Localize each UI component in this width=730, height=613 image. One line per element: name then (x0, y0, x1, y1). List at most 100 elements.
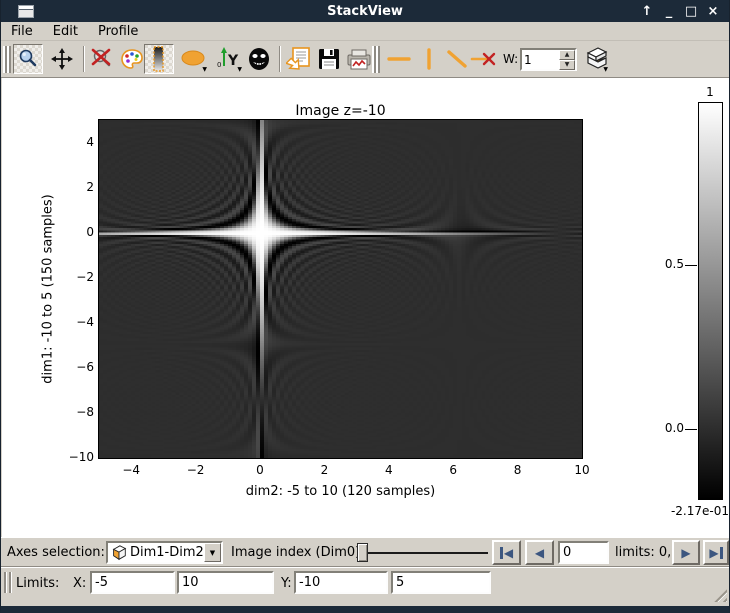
figure-canvas: Image z=-10 −4−20246810 420−2−4−6−8−10 d… (2, 78, 729, 537)
previous-frame-button[interactable]: ◀ (525, 540, 554, 565)
shade-window-icon[interactable]: ↑ (639, 4, 655, 19)
toolbar-separator (83, 46, 85, 72)
menu-profile[interactable]: Profile (88, 23, 148, 40)
axes-selection-label: Axes selection: (7, 545, 105, 560)
x-max-field[interactable] (177, 571, 274, 594)
frame-index-field[interactable] (558, 541, 609, 564)
clear-zoom-button[interactable] (87, 44, 117, 74)
floppy-save-icon (317, 47, 341, 71)
pan-button[interactable] (47, 44, 77, 74)
first-bar-icon (500, 547, 503, 559)
y-scale-button[interactable]: 0 Y ▼ (214, 44, 244, 74)
y-min-field[interactable] (294, 571, 388, 594)
profile-width-spinbox[interactable]: ▲ ▼ (520, 48, 577, 71)
dropdown-arrow-icon: ▼ (237, 66, 242, 73)
minimize-icon[interactable]: _ (661, 4, 677, 19)
y-tick-label: 4 (52, 135, 94, 149)
frame-index-input[interactable] (560, 543, 607, 562)
colormap-button[interactable] (117, 44, 147, 74)
close-icon[interactable]: × (705, 4, 721, 19)
copy-button[interactable] (284, 44, 314, 74)
print-button[interactable] (344, 44, 374, 74)
clear-profile-button[interactable] (469, 44, 499, 74)
save-button[interactable] (314, 44, 344, 74)
cube-icon (110, 544, 128, 562)
colorbar-tick-mark (685, 265, 697, 266)
axes-selection-combobox[interactable]: Dim1-Dim2 ▼ (106, 541, 223, 564)
y-axis-label: dim1: -10 to 5 (150 samples) (41, 194, 56, 383)
colorbar-max-label: 1 (692, 85, 728, 99)
x-tick-label: 4 (369, 463, 409, 477)
axes-selection-value: Dim1-Dim2 (128, 545, 204, 560)
profile-hline-button[interactable] (384, 44, 414, 74)
copy-icon (286, 46, 312, 72)
dropdown-arrow-icon: ▼ (603, 66, 608, 73)
x-min-input[interactable] (92, 573, 173, 592)
next-arrow-icon: ▶ (681, 546, 690, 560)
magnifier-icon (17, 48, 39, 70)
vertical-line-icon (416, 47, 442, 71)
first-frame-button[interactable]: ◀ (492, 540, 521, 565)
menu-bar: File Edit Profile (1, 22, 729, 41)
zoom-button[interactable] (13, 44, 43, 74)
spin-down-icon[interactable]: ▼ (559, 60, 575, 70)
mask-button[interactable] (244, 44, 274, 74)
y-max-input[interactable] (393, 573, 489, 592)
x-tick-label: −4 (111, 463, 151, 477)
y-limits-label: Y: (281, 576, 292, 591)
y-tick-label: 0 (52, 225, 94, 239)
last-bar-icon (720, 547, 723, 559)
colorbar-toggle-button[interactable] (144, 44, 174, 74)
image-index-slider[interactable] (357, 542, 488, 563)
menu-edit[interactable]: Edit (43, 23, 88, 40)
limits-bar-handle[interactable] (4, 572, 11, 593)
x-max-input[interactable] (179, 573, 272, 592)
profile-dline-button[interactable] (442, 44, 472, 74)
mask-icon (246, 46, 272, 72)
printer-icon (346, 47, 372, 71)
colorbar-icon (150, 46, 168, 72)
prev-arrow-icon: ◀ (535, 546, 544, 560)
y-max-field[interactable] (391, 571, 491, 594)
next-frame-button[interactable]: ▶ (672, 540, 700, 565)
slider-handle[interactable] (357, 543, 368, 562)
plot-title: Image z=-10 (99, 103, 582, 119)
colorbar (698, 102, 723, 500)
image-plot[interactable] (98, 119, 583, 459)
colorbar-tick-mark (685, 429, 697, 430)
x-min-field[interactable] (90, 571, 175, 594)
volume-view-button[interactable]: ▼ (580, 44, 610, 74)
magnifier-cross-icon (90, 47, 114, 71)
menu-file[interactable]: File (1, 23, 43, 40)
resize-grip[interactable] (710, 585, 727, 602)
profile-vline-button[interactable] (414, 44, 444, 74)
profile-width-input[interactable] (522, 50, 559, 69)
diagonal-line-icon (444, 47, 470, 71)
maximize-icon[interactable]: □ (683, 4, 699, 19)
x-tick-label: 0 (240, 463, 280, 477)
y-tick-label: −8 (52, 405, 94, 419)
combo-dropdown-icon[interactable]: ▼ (204, 543, 221, 562)
colorbar-tick-label: 0.0 (650, 421, 684, 435)
x-tick-label: 8 (498, 463, 538, 477)
x-axis-label: dim2: -5 to 10 (120 samples) (99, 484, 582, 499)
navigation-bar: Axes selection: Dim1-Dim2 ▼ Image index … (1, 537, 729, 566)
toolbar: ▼ 0 Y ▼ (1, 41, 729, 78)
image-canvas[interactable] (99, 120, 582, 458)
limits-label: Limits: (16, 576, 59, 591)
spin-up-icon[interactable]: ▲ (559, 50, 575, 60)
colorbar-min-label: -2.17e-01 (644, 504, 729, 518)
toolbar-separator (279, 46, 281, 72)
line-cross-icon (470, 47, 498, 71)
image-index-label: Image index (Dim0): (231, 545, 365, 560)
x-tick-label: 2 (304, 463, 344, 477)
toolbar-handle[interactable] (372, 46, 380, 73)
roi-ellipse-button[interactable]: ▼ (179, 44, 209, 74)
last-frame-button[interactable]: ▶ (703, 540, 729, 565)
y-tick-label: −6 (52, 360, 94, 374)
x-limits-label: X: (73, 576, 86, 591)
slider-track[interactable] (357, 552, 488, 554)
toolbar-handle[interactable] (3, 46, 11, 73)
svg-text:0: 0 (217, 61, 221, 69)
y-min-input[interactable] (296, 573, 386, 592)
